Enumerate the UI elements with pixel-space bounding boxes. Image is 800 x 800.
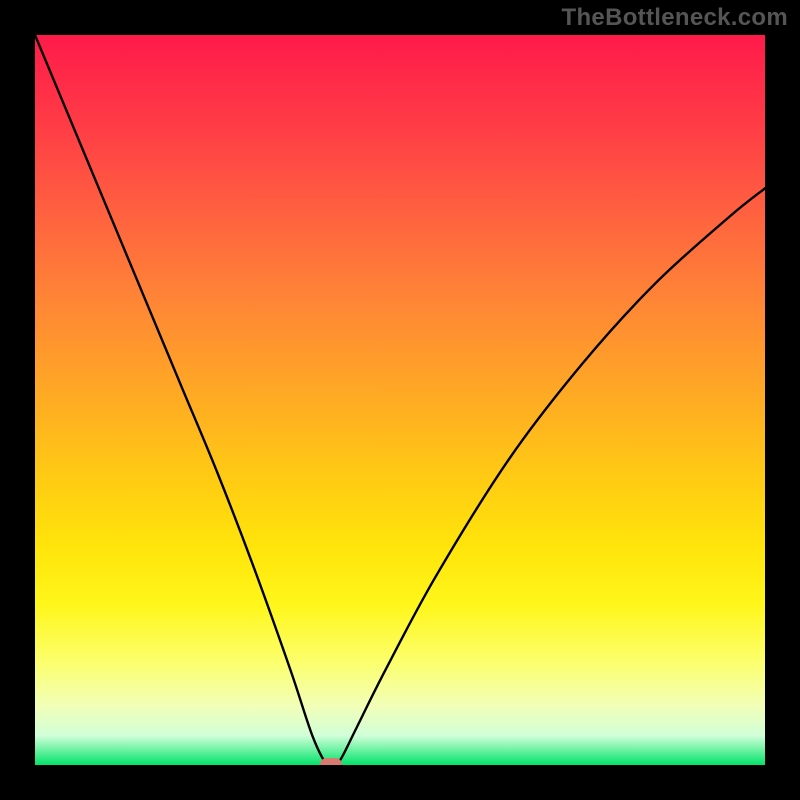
curve-layer [35,35,765,765]
minimum-marker [320,758,342,765]
plot-area [35,35,765,765]
watermark-text: TheBottleneck.com [562,4,788,32]
bottleneck-curve [35,35,765,765]
figure-frame: TheBottleneck.com [0,0,800,800]
